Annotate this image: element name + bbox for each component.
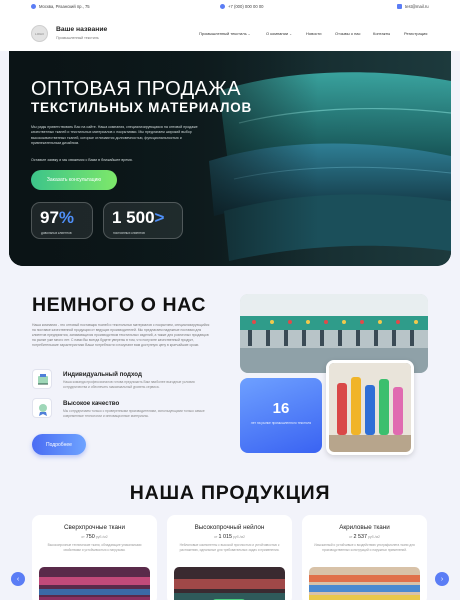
thread-spools-image <box>326 360 414 455</box>
about-title: НЕМНОГО О НАС <box>32 294 207 316</box>
brand-tagline: Промышленный текстиль <box>56 36 99 40</box>
feature-text: Мы сотрудничаем только с проверенными пр… <box>63 409 205 418</box>
product-name: Сверхпрочные ткани <box>64 524 125 531</box>
stat-value: 1 500 <box>112 208 155 227</box>
nav-label: Отзывы о нас <box>335 31 361 36</box>
price-prefix: от <box>214 535 218 539</box>
product-name: Высокопрочный нейлон <box>194 524 265 531</box>
hero-note: Оставьте заявку и мы свяжемся с Вами в б… <box>31 158 133 162</box>
logo[interactable]: LOGO <box>31 25 48 42</box>
chevron-left-icon: ‹ <box>16 575 20 583</box>
address-text: Москва, Рязанский пр., 75 <box>39 4 90 9</box>
price-unit: руб./м2 <box>367 535 380 539</box>
stat-satisfied: 97% довольных клиентов <box>31 202 93 239</box>
phone-text: +7 (000) 000 00 00 <box>228 4 264 9</box>
price-prefix: от <box>349 535 353 539</box>
nav-label: Новости <box>306 31 322 36</box>
product-desc: Изысканный и устойчивые к воздействию ул… <box>314 543 415 552</box>
stat-suffix: % <box>58 208 75 227</box>
more-button[interactable]: Подробнее <box>32 434 86 455</box>
nav-item-register[interactable]: Регистрация <box>404 31 427 36</box>
logo-text: LOGO <box>35 31 44 36</box>
years-label: лет на рынке промышленного текстиля <box>250 421 312 425</box>
years-value: 16 <box>272 400 290 417</box>
product-image <box>309 567 420 600</box>
feature-text: Наша команда профессионалов готова предл… <box>63 380 195 389</box>
stat-suffix: > <box>154 208 165 227</box>
feature-quality: Высокое качество Мы сотрудничаем только … <box>32 398 222 422</box>
stat-value: 97 <box>40 208 59 227</box>
price-value: 1 015 <box>218 534 232 540</box>
chevron-down-icon: ⌄ <box>289 31 292 36</box>
product-price: от 1 015 руб./м2 <box>167 534 292 540</box>
nav-label: Контакты <box>373 31 391 36</box>
product-image <box>39 567 150 600</box>
stat-label: постоянных клиентов <box>113 231 145 235</box>
chevron-down-icon: ⌄ <box>247 31 251 36</box>
product-card[interactable]: Сверхпрочные ткани от 750 руб./м2 Высоко… <box>32 515 157 600</box>
carousel-next-button[interactable]: › <box>435 572 449 586</box>
hero-description: Мы рады приветствовать Вас на сайте. Наш… <box>31 125 198 146</box>
product-name: Акриловые ткани <box>339 524 390 531</box>
handshake-icon <box>32 369 52 389</box>
stat-regular: 1 500> постоянных клиентов <box>103 202 183 239</box>
product-price: от 2 537 руб./м2 <box>302 534 427 540</box>
about-text: Наша компания - это оптовый поставщик тк… <box>32 323 210 347</box>
email-text: test@mail.ru <box>405 4 429 9</box>
brand-name[interactable]: Ваше название <box>56 26 107 33</box>
products-title: НАША ПРОДУКЦИЯ <box>129 482 331 504</box>
product-card[interactable]: Акриловые ткани от 2 537 руб./м2 Изыскан… <box>302 515 427 600</box>
years-badge: 16 лет на рынке промышленного текстиля <box>240 378 322 453</box>
feature-title: Высокое качество <box>63 400 120 407</box>
nav-label: О компании <box>266 31 289 36</box>
price-unit: руб./м2 <box>95 535 108 539</box>
nav-item-about[interactable]: О компании ⌄ <box>266 31 292 36</box>
nav-label: Регистрация <box>404 31 428 36</box>
nav-item-reviews[interactable]: Отзывы о нас <box>335 31 361 36</box>
feature-title: Индивидуальный подход <box>63 371 142 378</box>
top-bar: Москва, Рязанский пр., 75 +7 (000) 000 0… <box>0 0 460 13</box>
price-value: 2 537 <box>353 534 367 540</box>
price-prefix: от <box>81 535 85 539</box>
hero-banner: ОПТОВАЯ ПРОДАЖА ТЕКСТИЛЬНЫХ МАТЕРИАЛОВ М… <box>9 51 451 266</box>
quality-icon <box>32 398 52 418</box>
product-card[interactable]: Высокопрочный нейлон от 1 015 руб./м2 Не… <box>167 515 292 600</box>
hero-title-line1: ОПТОВАЯ ПРОДАЖА <box>31 78 241 100</box>
product-image <box>174 567 285 600</box>
location-icon <box>31 4 36 9</box>
phone-icon <box>220 4 225 9</box>
nav-item-textile[interactable]: Промышленный текстиль ⌄ <box>199 31 251 36</box>
nav-item-news[interactable]: Новости <box>306 31 321 36</box>
phone-item[interactable]: +7 (000) 000 00 00 <box>220 4 264 9</box>
email-item[interactable]: test@mail.ru <box>397 4 429 9</box>
mail-icon <box>397 4 402 9</box>
price-value: 750 <box>85 534 95 540</box>
carousel-prev-button[interactable]: ‹ <box>11 572 25 586</box>
consultation-button[interactable]: Заказать консультацию <box>31 170 117 190</box>
product-desc: Высокопрочные технические ткани, обладаю… <box>47 543 142 552</box>
product-price: от 750 руб./м2 <box>32 534 157 540</box>
site-header: LOGO Ваше название Промышленный текстиль… <box>0 13 460 51</box>
chevron-right-icon: › <box>440 575 444 583</box>
nav-item-contacts[interactable]: Контакты <box>373 31 390 36</box>
price-unit: руб./м2 <box>232 535 245 539</box>
product-desc: Нейлоновые компоненты с высокой прочност… <box>179 543 280 552</box>
nav-label: Промышленный текстиль <box>199 31 247 36</box>
address-item[interactable]: Москва, Рязанский пр., 75 <box>31 4 90 9</box>
feature-individual: Индивидуальный подход Наша команда профе… <box>32 369 222 393</box>
stat-label: довольных клиентов <box>41 231 72 235</box>
hero-title-line2: ТЕКСТИЛЬНЫХ МАТЕРИАЛОВ <box>31 100 253 115</box>
